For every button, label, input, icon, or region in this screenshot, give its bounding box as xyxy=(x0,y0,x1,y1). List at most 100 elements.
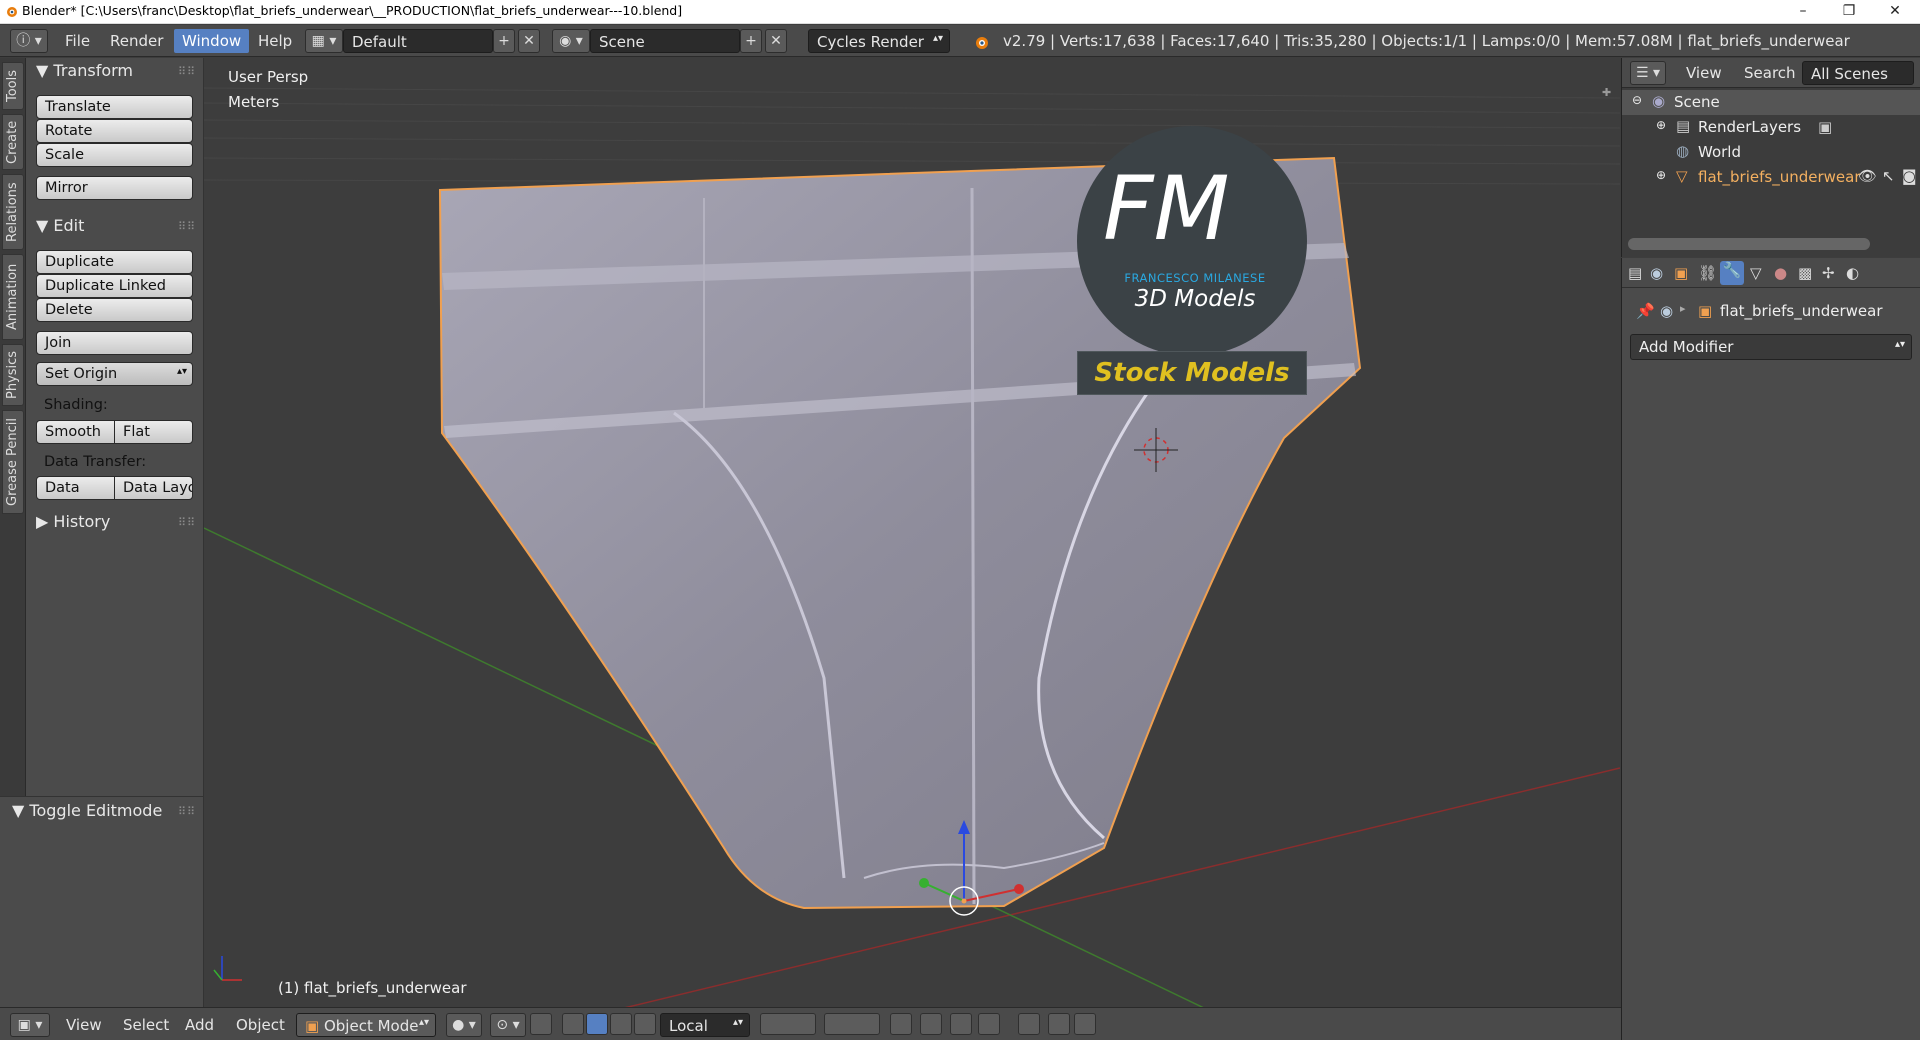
manipulator-extra-icon[interactable] xyxy=(634,1013,656,1035)
pivot-point-icon[interactable]: ⊙ ▾ xyxy=(490,1013,526,1037)
proportional-editing-icon[interactable] xyxy=(920,1013,942,1035)
translate-button[interactable]: Translate xyxy=(36,95,193,119)
tab-tools[interactable]: Tools xyxy=(2,62,24,110)
viewport-shading-icon[interactable]: ● ▾ xyxy=(446,1013,482,1037)
snap-element-icon[interactable] xyxy=(978,1013,1000,1035)
scene-tab-icon[interactable]: ◉ xyxy=(1650,264,1663,282)
delete-scene-icon[interactable]: ✕ xyxy=(765,29,787,53)
add-scene-icon[interactable]: + xyxy=(740,29,762,53)
outliner-filter-select[interactable]: All Scenes xyxy=(1802,61,1914,85)
axis-orientation-gizmo xyxy=(213,956,242,981)
expand-icon[interactable]: ⊕ xyxy=(1656,168,1666,182)
panel-grip-icon[interactable]: ⠿⠿ xyxy=(178,805,196,818)
snap-target-icon[interactable] xyxy=(1018,1013,1040,1035)
toggle-editmode-label: Toggle Editmode xyxy=(29,801,163,820)
data-layout-button[interactable]: Data Layo xyxy=(114,476,193,500)
outliner-row-object[interactable]: ⊕ ▽ flat_briefs_underwear 👁 ↖ ◙ xyxy=(1622,165,1920,190)
scene-selector-icon[interactable]: ◉ ▾ xyxy=(552,29,590,53)
constraints-tab-icon[interactable]: ⛓ xyxy=(1698,264,1717,282)
editor-type-3dview-icon[interactable]: ▣ ▾ xyxy=(10,1013,50,1037)
tab-grease-pencil[interactable]: Grease Pencil xyxy=(2,410,24,514)
outliner-scrollbar[interactable] xyxy=(1628,238,1870,250)
object-tab-icon[interactable]: ▣ xyxy=(1674,264,1688,282)
outliner-row-scene[interactable]: ⊖ ◉ Scene xyxy=(1622,90,1920,115)
particles-tab-icon[interactable]: ✢ xyxy=(1822,264,1835,282)
cursor-selectable-icon[interactable]: ↖ xyxy=(1882,167,1895,185)
menu-help[interactable]: Help xyxy=(258,32,292,50)
menu-object[interactable]: Object xyxy=(236,1016,285,1034)
eye-visibility-icon[interactable]: 👁 xyxy=(1858,167,1877,185)
flat-shading-button[interactable]: Flat xyxy=(114,420,193,444)
delete-button[interactable]: Delete xyxy=(36,298,193,322)
manipulator-toggle-icon[interactable] xyxy=(530,1013,552,1035)
screen-layout-field[interactable]: Default xyxy=(343,29,493,53)
texture-tab-icon[interactable]: ▩ xyxy=(1798,264,1812,282)
menu-window[interactable]: Window xyxy=(174,29,250,53)
material-tab-icon[interactable]: ● xyxy=(1774,264,1787,282)
rotate-manipulator-icon[interactable] xyxy=(586,1013,608,1035)
add-modifier-dropdown[interactable]: Add Modifier ▴▾ xyxy=(1630,334,1912,360)
transform-orientation-select[interactable]: Local ▴▾ xyxy=(660,1013,750,1037)
physics-tab-icon[interactable]: ◐ xyxy=(1846,264,1859,282)
data-transfer-button[interactable]: Data xyxy=(36,476,115,500)
outliner-menu-view[interactable]: View xyxy=(1686,64,1722,82)
smooth-shading-button[interactable]: Smooth xyxy=(36,420,115,444)
menu-add[interactable]: Add xyxy=(185,1016,214,1034)
render-animation-icon[interactable] xyxy=(1074,1013,1096,1035)
editor-type-outliner-icon[interactable]: ☰ ▾ xyxy=(1630,61,1666,85)
render-image-icon[interactable] xyxy=(1048,1013,1070,1035)
outliner-row-world[interactable]: ◍ World xyxy=(1622,140,1920,165)
render-result-icon[interactable]: ▣ xyxy=(1818,118,1832,136)
menu-file[interactable]: File xyxy=(65,32,90,50)
menu-select[interactable]: Select xyxy=(123,1016,169,1034)
menu-render[interactable]: Render xyxy=(110,32,163,50)
tab-create[interactable]: Create xyxy=(2,114,24,170)
layer-buttons-group-2[interactable] xyxy=(824,1013,880,1035)
toggle-editmode-header[interactable]: ▼ Toggle Editmode xyxy=(12,801,162,820)
set-origin-dropdown[interactable]: Set Origin ▴▾ xyxy=(36,362,193,386)
panel-grip-icon[interactable]: ⠿⠿ xyxy=(178,65,196,78)
mode-select[interactable]: ▣ Object Mode ▴▾ xyxy=(296,1013,436,1037)
history-panel-header[interactable]: ▶ History xyxy=(36,512,110,531)
collapse-icon[interactable]: ⊖ xyxy=(1632,93,1642,107)
render-engine-select[interactable]: Cycles Render ▴▾ xyxy=(808,29,950,53)
transform-panel-header[interactable]: ▼ Transform xyxy=(36,61,133,80)
scale-button[interactable]: Scale xyxy=(36,143,193,167)
join-button[interactable]: Join xyxy=(36,331,193,355)
expand-icon[interactable]: ⊕ xyxy=(1656,118,1666,132)
translate-manipulator-icon[interactable] xyxy=(562,1013,584,1035)
rotate-button[interactable]: Rotate xyxy=(36,119,193,143)
viewport-corner-icon[interactable]: ✚ xyxy=(1602,86,1616,100)
tab-animation[interactable]: Animation xyxy=(2,254,24,340)
pin-icon[interactable]: 📌 xyxy=(1636,302,1655,320)
tab-relations[interactable]: Relations xyxy=(2,174,24,250)
outliner-row-renderlayers[interactable]: ⊕ ▤ RenderLayers ▣ xyxy=(1622,115,1920,140)
lock-layers-icon[interactable] xyxy=(890,1013,912,1035)
panel-grip-icon[interactable]: ⠿⠿ xyxy=(178,220,196,233)
scene-field[interactable]: Scene xyxy=(590,29,740,53)
edit-panel-header[interactable]: ▼ Edit xyxy=(36,216,84,235)
duplicate-button[interactable]: Duplicate xyxy=(36,250,193,274)
editor-type-info-icon[interactable]: ⓘ ▾ xyxy=(10,29,48,53)
camera-render-icon[interactable]: ◙ xyxy=(1902,167,1917,185)
duplicate-linked-button[interactable]: Duplicate Linked xyxy=(36,274,193,298)
scale-manipulator-icon[interactable] xyxy=(610,1013,632,1035)
minimize-button[interactable]: – xyxy=(1780,0,1826,24)
3d-viewport[interactable]: User Persp Meters (1) flat_briefs_underw… xyxy=(204,58,1620,1007)
delete-screen-icon[interactable]: ✕ xyxy=(518,29,540,53)
render-tab-icon[interactable]: ▤ xyxy=(1628,264,1642,282)
mirror-button[interactable]: Mirror xyxy=(36,176,193,200)
menu-view[interactable]: View xyxy=(66,1016,102,1034)
maximize-button[interactable]: ❐ xyxy=(1826,0,1872,24)
tab-physics[interactable]: Physics xyxy=(2,344,24,406)
snap-toggle-icon[interactable] xyxy=(950,1013,972,1035)
layer-buttons-group-1[interactable] xyxy=(760,1013,816,1035)
close-button[interactable]: ✕ xyxy=(1872,0,1918,24)
blender-logo-icon xyxy=(7,7,17,17)
add-screen-icon[interactable]: + xyxy=(493,29,515,53)
data-tab-icon[interactable]: ▽ xyxy=(1750,264,1762,282)
modifier-wrench-icon[interactable]: 🔧 xyxy=(1720,261,1744,285)
outliner-menu-search[interactable]: Search xyxy=(1744,64,1796,82)
panel-grip-icon[interactable]: ⠿⠿ xyxy=(178,516,196,529)
screen-layout-icon[interactable]: ▦ ▾ xyxy=(305,29,343,53)
